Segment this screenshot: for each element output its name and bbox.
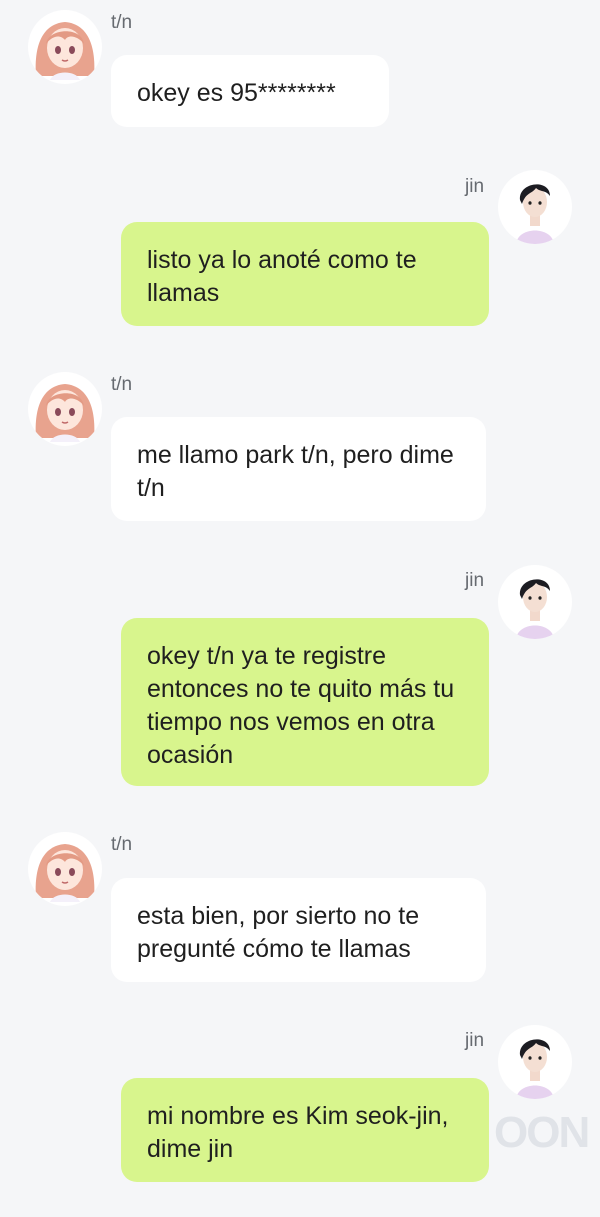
message-bubble[interactable]: okey t/n ya te registre entonces no te q… [121, 618, 489, 786]
anime-girl-avatar-icon[interactable] [28, 832, 102, 906]
message-bubble[interactable]: listo ya lo anoté como te llamas [121, 222, 489, 326]
man-portrait-avatar-icon[interactable] [498, 1025, 572, 1099]
message-bubble[interactable]: mi nombre es Kim seok-jin, dime jin [121, 1078, 489, 1182]
man-portrait-avatar-icon[interactable] [498, 565, 572, 639]
sender-name: jin [465, 176, 485, 197]
anime-girl-avatar-icon[interactable] [28, 10, 102, 84]
sender-name: jin [465, 570, 485, 591]
message-bubble[interactable]: okey es 95******** [111, 55, 389, 127]
sender-name: t/n [111, 834, 133, 855]
anime-girl-avatar-icon[interactable] [28, 372, 102, 446]
sender-name: jin [465, 1030, 485, 1051]
sender-name: t/n [111, 374, 133, 395]
sender-name: t/n [111, 12, 133, 33]
message-bubble[interactable]: esta bien, por sierto no te pregunté cóm… [111, 878, 486, 982]
man-portrait-avatar-icon[interactable] [498, 170, 572, 244]
message-bubble[interactable]: me llamo park t/n, pero dime t/n [111, 417, 486, 521]
watermark-logo: OON [494, 1108, 590, 1157]
